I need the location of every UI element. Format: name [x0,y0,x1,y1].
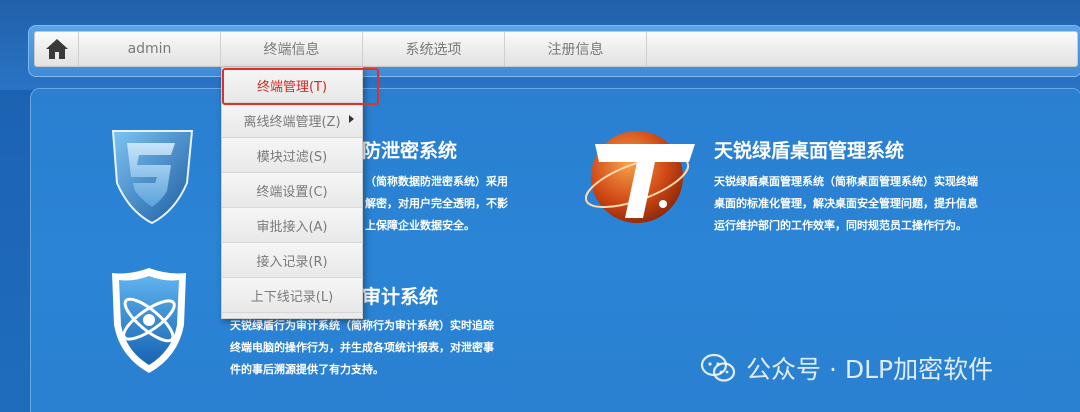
menu-item-module-filter[interactable]: 模块过滤(S) [222,138,362,173]
audit-product-title: 审计系统 [362,286,439,308]
menu-item-access-records[interactable]: 接入记录(R) [222,243,362,278]
menu-item-online-offline-records[interactable]: 上下线记录(L) [222,278,362,313]
top-nav-bar: admin 终端信息 系统选项 注册信息 [34,31,1078,67]
menu-item-offline-terminal-management[interactable]: 离线终端管理(Z) [222,103,362,138]
nav-item-system-options[interactable]: 系统选项 [363,32,505,66]
dlp-product-description: （简称数据防泄密系统）采用 解密，对用户完全透明，不影 上保障企业数据安全。 [365,175,508,232]
nav-item-registration-info[interactable]: 注册信息 [505,32,647,66]
menu-item-terminal-management[interactable]: 终端管理(T) [222,68,362,103]
menu-item-terminal-settings[interactable]: 终端设置(C) [222,173,362,208]
menu-item-approval-access[interactable]: 审批接入(A) [222,208,362,243]
home-icon [45,39,68,59]
nav-item-terminal-info[interactable]: 终端信息 [221,32,363,66]
desktop-product-description: 天锐绿盾桌面管理系统（简称桌面管理系统）实现终端 桌面的标准化管理，解决桌面安全… [714,175,978,232]
shield-s-logo-icon [111,130,194,225]
t-sphere-logo-icon [585,131,695,223]
audit-product-description: 天锐绿盾行为审计系统（简称行为审计系统）实时追踪 终端电脑的操作行为，并生成各项… [230,319,494,376]
dlp-product-title: 防泄密系统 [362,140,458,162]
home-button[interactable] [35,32,79,66]
submenu-arrow-icon [349,115,354,123]
desktop-product-title: 天锐绿盾桌面管理系统 [714,140,905,162]
nav-item-admin[interactable]: admin [79,32,221,66]
audit-shield-logo-icon [112,268,186,373]
terminal-info-dropdown-menu: 终端管理(T) 离线终端管理(Z) 模块过滤(S) 终端设置(C) 审批接入(A… [221,67,363,319]
wechat-watermark: 公众号 · DLP加密软件 [700,350,993,386]
watermark-text: 公众号 · DLP加密软件 [746,355,994,384]
wechat-icon [700,353,736,382]
